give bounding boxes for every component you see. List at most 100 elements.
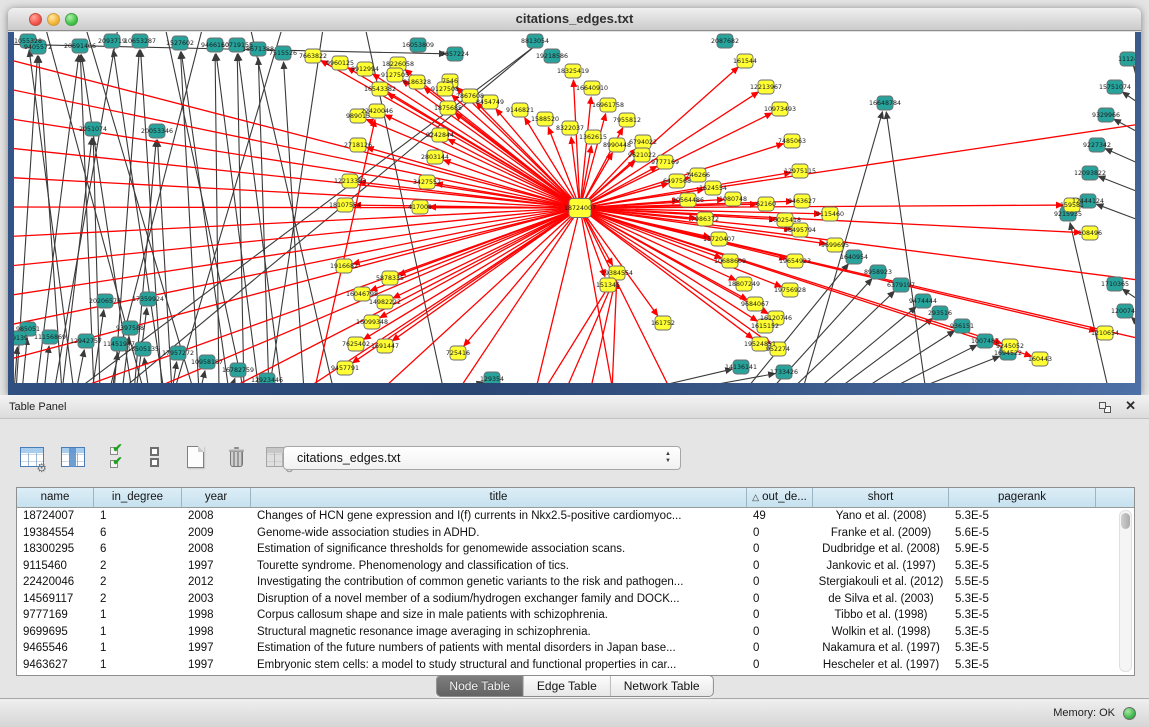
table-cell: 0: [747, 541, 813, 558]
graph-edge: [814, 307, 916, 383]
column-header-in_degree[interactable]: in_degree: [94, 488, 182, 507]
graph-node-label: 15751074: [1099, 84, 1131, 91]
graph-node-label: 9127505: [381, 72, 409, 79]
graph-node-label: 19756928: [774, 287, 806, 294]
network-graph[interactable]: 1055328940557220691406209371910653287152…: [14, 32, 1135, 383]
table-cell: Dudbridge et al. (2008): [813, 541, 949, 558]
graph-node-label: 5878335: [376, 275, 404, 282]
float-panel-icon[interactable]: [1099, 402, 1111, 413]
column-header-name[interactable]: name: [17, 488, 94, 507]
graph-node-label: 1615152: [751, 323, 779, 330]
table-cell: Changes of HCN gene expression and I(f) …: [251, 508, 747, 525]
column-header-title[interactable]: title: [251, 488, 747, 507]
column-header-out_de[interactable]: △out_de...: [747, 488, 813, 507]
graph-node-label: 16648784: [869, 100, 901, 107]
table-cell: 1: [94, 640, 182, 657]
graph-edge: [366, 119, 580, 208]
table-tabs: Node Table Edge Table Network Table: [435, 675, 713, 697]
vertical-scrollbar[interactable]: [1119, 510, 1132, 672]
table-cell: 18300295: [17, 541, 94, 558]
graph-node-label: 9127508: [431, 86, 459, 93]
minimize-window-button[interactable]: [47, 13, 60, 26]
close-window-button[interactable]: [29, 13, 42, 26]
graph-node-label: 10688609: [714, 258, 746, 265]
graph-node-label: 1624554: [699, 185, 727, 192]
table-cell: 2008: [182, 541, 251, 558]
create-column-icon[interactable]: [182, 444, 209, 471]
graph-node-label: 16053809: [402, 42, 434, 49]
table-cell: Tourette syndrome. Phenomenology and cla…: [251, 558, 747, 575]
sort-ascending-icon: △: [752, 492, 759, 502]
select-all-icon[interactable]: ✔ ✔: [100, 444, 127, 471]
graph-node-label: 7546: [442, 78, 458, 85]
table-row[interactable]: 2242004622012Investigating the contribut…: [17, 574, 1134, 591]
graph-node-label: 9242844: [426, 132, 454, 139]
graph-node-label: 1200745: [1111, 308, 1135, 315]
graph-node-label: 108496: [1078, 230, 1102, 237]
delete-column-icon[interactable]: [223, 444, 250, 471]
table-cell: 5.3E-5: [949, 624, 1096, 641]
graph-node-label: 293516: [928, 310, 952, 317]
graph-node-label: 17359924: [132, 296, 164, 303]
table-cell: 2: [94, 574, 182, 591]
table-row[interactable]: 1830029562008Estimation of significance …: [17, 541, 1134, 558]
table-cell: 2008: [182, 508, 251, 525]
graph-node-label: 19218586: [536, 53, 568, 60]
tab-edge-table[interactable]: Edge Table: [524, 676, 611, 696]
table-row[interactable]: 1938455462009Genome-wide association stu…: [17, 525, 1134, 542]
column-header-year[interactable]: year: [182, 488, 251, 507]
table-row[interactable]: 1456911722003Disruption of a novel membe…: [17, 591, 1134, 608]
table-cell: 1997: [182, 657, 251, 674]
graph-node-label: 17957272: [162, 350, 194, 357]
graph-node-label: 14982222: [369, 299, 401, 306]
graph-node-label: 12213383: [334, 178, 366, 185]
table-row[interactable]: 977716911998Corpus callosum shape and si…: [17, 607, 1134, 624]
table-row[interactable]: 946362711997Embryonic stem cells: a mode…: [17, 657, 1134, 674]
graph-node-label: 62160: [756, 201, 776, 208]
graph-edge: [1131, 317, 1135, 334]
tab-node-table[interactable]: Node Table: [436, 676, 524, 696]
graph-node-label: 1210654: [1091, 330, 1119, 337]
graph-node-label: 14136141: [725, 364, 757, 371]
table-row[interactable]: 946554611997Estimation of the future num…: [17, 640, 1134, 657]
graph-node-label: 6379197: [887, 282, 915, 289]
graph-node-label: 10025418: [769, 217, 801, 224]
graph-node-label: 2087682: [711, 38, 739, 45]
tab-network-table[interactable]: Network Table: [611, 676, 713, 696]
graph-edge: [674, 374, 775, 383]
graph-node-label: 16099348: [356, 319, 388, 326]
table-row[interactable]: 1872400712008Changes of HCN gene express…: [17, 508, 1134, 525]
table-cell: 6: [94, 541, 182, 558]
zoom-window-button[interactable]: [65, 13, 78, 26]
table-selector-dropdown[interactable]: citations_edges.txt ▲▼: [283, 446, 681, 470]
graph-edge: [14, 208, 580, 267]
graph-node-label: 20206576: [89, 298, 121, 305]
window-titlebar[interactable]: citations_edges.txt: [8, 8, 1141, 31]
table-cell: Estimation of significance thresholds fo…: [251, 541, 747, 558]
network-view[interactable]: 1055328940557220691406209371910653287152…: [14, 32, 1135, 383]
scrollbar-thumb[interactable]: [1121, 513, 1130, 529]
graph-node-label: 2803144: [421, 154, 449, 161]
graph-edge: [1096, 204, 1135, 224]
graph-node-label: 6794022: [629, 139, 657, 146]
table-row[interactable]: 969969511998Structural magnetic resonanc…: [17, 624, 1134, 641]
graph-node-label: 9684067: [741, 301, 769, 308]
graph-node-label: 8912994: [351, 66, 379, 73]
table-cell: 14569117: [17, 591, 94, 608]
unselect-all-icon[interactable]: [141, 444, 168, 471]
window-title: citations_edges.txt: [8, 8, 1141, 30]
column-header-pagerank[interactable]: pagerank: [949, 488, 1096, 507]
graph-node-label: 985051: [16, 326, 40, 333]
graph-edge: [1098, 176, 1135, 196]
table-cell: Tibbo et al. (1998): [813, 607, 949, 624]
graph-node-label: 1916682: [330, 263, 358, 270]
column-header-short[interactable]: short: [813, 488, 949, 507]
table-row[interactable]: 911546021997Tourette syndrome. Phenomeno…: [17, 558, 1134, 575]
select-columns-icon[interactable]: [59, 444, 86, 471]
close-panel-icon[interactable]: ✕: [1125, 398, 1136, 414]
graph-node-label: 11124: [1118, 56, 1135, 63]
graph-node-label: 8186328: [403, 79, 431, 86]
table-cell: 0: [747, 624, 813, 641]
graph-node-label: 1733426: [770, 369, 798, 376]
table-settings-icon[interactable]: ⚙: [18, 444, 45, 471]
